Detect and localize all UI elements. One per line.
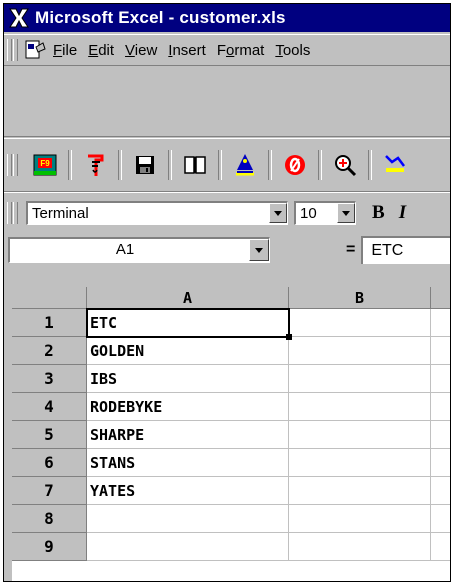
name-box-dropdown[interactable]	[249, 239, 269, 261]
cell-c[interactable]	[431, 449, 450, 477]
column-header-c[interactable]	[431, 287, 450, 309]
cell-b[interactable]	[289, 393, 431, 421]
formula-bar: A1 = ETC	[4, 234, 450, 266]
title-bar: Microsoft Excel - customer.xls	[4, 4, 450, 32]
cell-a[interactable]: YATES	[87, 477, 289, 505]
cell-b[interactable]	[289, 533, 431, 561]
document-icon[interactable]	[23, 39, 47, 61]
font-name-value: Terminal	[32, 205, 89, 222]
active-cell-outline	[86, 308, 290, 338]
worksheet-grid: A B 1 ETC 2 GOLDEN 3 IBS 4 RODEBYKE 5 SHARPE 6 STAN…	[12, 287, 450, 581]
cell-a[interactable]: GOLDEN	[87, 337, 289, 365]
excel-window: Microsoft Excel - customer.xls File Edit…	[3, 3, 451, 582]
toolbar-separator	[368, 150, 372, 180]
cell-reference: A1	[115, 241, 135, 258]
font-size-combo[interactable]: 10	[294, 201, 356, 225]
menu-tools[interactable]: Tools	[275, 42, 310, 59]
row-header[interactable]: 2	[12, 337, 87, 365]
format-grip-2[interactable]	[13, 202, 18, 224]
cell-b[interactable]	[289, 421, 431, 449]
menu-edit[interactable]: Edit	[88, 42, 114, 59]
toolbar-separator	[218, 150, 222, 180]
zoom-magnifier-icon[interactable]	[330, 150, 360, 180]
cell-c[interactable]	[431, 393, 450, 421]
custom-toolbar: F9	[4, 138, 450, 192]
cell-a[interactable]: STANS	[87, 449, 289, 477]
menu-view[interactable]: View	[125, 42, 157, 59]
toolbar-separator	[318, 150, 322, 180]
cell-c[interactable]	[431, 337, 450, 365]
cell-a[interactable]	[87, 505, 289, 533]
toolbar-separator	[268, 150, 272, 180]
chevron-down-icon	[274, 210, 282, 216]
book-icon[interactable]	[180, 150, 210, 180]
cell-b[interactable]	[289, 505, 431, 533]
cell-c[interactable]	[431, 365, 450, 393]
column-header-a[interactable]: A	[87, 287, 289, 309]
menu-bar: File Edit View Insert Format Tools	[4, 34, 450, 66]
row-header[interactable]: 9	[12, 533, 87, 561]
toolbar-grip[interactable]	[7, 154, 12, 176]
empty-toolbar-area	[4, 66, 450, 137]
menu-file[interactable]: File	[53, 42, 77, 59]
row-header[interactable]: 6	[12, 449, 87, 477]
menu-grip-2[interactable]	[13, 39, 18, 61]
cell-a[interactable]: RODEBYKE	[87, 393, 289, 421]
toolbar-separator	[68, 150, 72, 180]
chevron-down-icon	[342, 210, 350, 216]
cell-b[interactable]	[289, 365, 431, 393]
font-name-combo[interactable]: Terminal	[26, 201, 288, 225]
chart-icon[interactable]	[380, 150, 410, 180]
row-header[interactable]: 3	[12, 365, 87, 393]
cell-b[interactable]	[289, 337, 431, 365]
select-all-corner[interactable]	[12, 287, 87, 309]
row-header[interactable]: 7	[12, 477, 87, 505]
cell-b[interactable]	[289, 309, 431, 337]
excel-x-logo-icon	[8, 7, 30, 29]
cell-c[interactable]	[431, 505, 450, 533]
svg-text:F9: F9	[40, 159, 50, 168]
font-size-value: 10	[300, 205, 317, 222]
formatting-toolbar: Terminal 10 B I	[4, 192, 450, 233]
equals-sign[interactable]: =	[346, 241, 355, 259]
fill-handle[interactable]	[286, 334, 292, 340]
format-grip[interactable]	[7, 202, 12, 224]
no-zero-icon[interactable]	[280, 150, 310, 180]
formula-content: ETC	[371, 242, 404, 259]
column-header-b[interactable]: B	[289, 287, 431, 309]
menu-format[interactable]: Format	[217, 42, 265, 59]
f9-key-icon[interactable]: F9	[30, 150, 60, 180]
wizard-icon[interactable]	[230, 150, 260, 180]
cell-c[interactable]	[431, 421, 450, 449]
font-dropdown-button[interactable]	[269, 203, 287, 223]
size-dropdown-button[interactable]	[337, 203, 355, 223]
red-key-icon[interactable]	[80, 150, 110, 180]
formula-input[interactable]: ETC	[361, 236, 450, 264]
toolbar-grip-2[interactable]	[13, 154, 18, 176]
cell-b[interactable]	[289, 449, 431, 477]
name-box[interactable]: A1	[8, 237, 270, 263]
chevron-down-icon	[255, 247, 263, 253]
menu-grip[interactable]	[7, 39, 12, 61]
cell-a[interactable]: IBS	[87, 365, 289, 393]
italic-button[interactable]: I	[399, 202, 406, 224]
bold-button[interactable]: B	[372, 202, 385, 224]
row-header[interactable]: 1	[12, 309, 87, 337]
cell-b[interactable]	[289, 477, 431, 505]
cell-c[interactable]	[431, 533, 450, 561]
cell-a[interactable]	[87, 533, 289, 561]
cell-c[interactable]	[431, 477, 450, 505]
row-header[interactable]: 4	[12, 393, 87, 421]
toolbar-separator	[168, 150, 172, 180]
row-header[interactable]: 5	[12, 421, 87, 449]
window-title: Microsoft Excel - customer.xls	[35, 8, 286, 27]
save-disk-icon[interactable]	[130, 150, 160, 180]
toolbar-separator	[118, 150, 122, 180]
row-header[interactable]: 8	[12, 505, 87, 533]
menu-insert[interactable]: Insert	[168, 42, 206, 59]
cell-a[interactable]: SHARPE	[87, 421, 289, 449]
cell-c[interactable]	[431, 309, 450, 337]
